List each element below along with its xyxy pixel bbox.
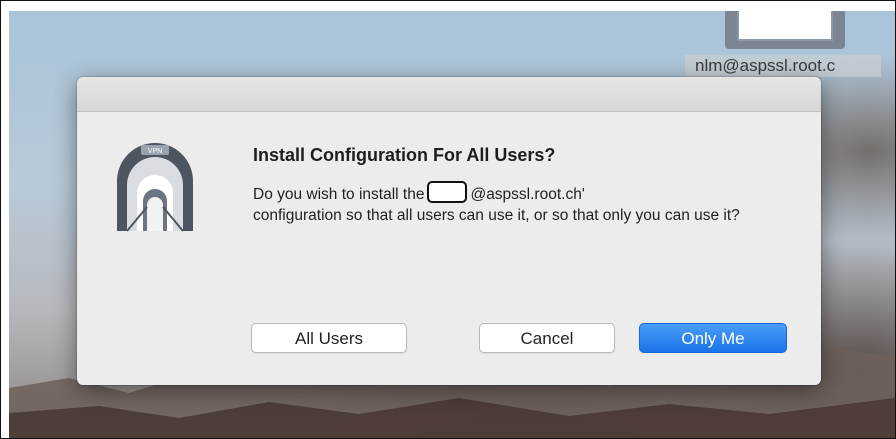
- all-users-button[interactable]: All Users: [251, 323, 407, 353]
- desktop-file-preview: [737, 11, 833, 41]
- vpn-tunnel-icon: VPN: [117, 143, 193, 232]
- message-text-part2: @aspssl.root.ch': [470, 186, 585, 203]
- desktop-wallpaper: nlm@aspssl.root.c VPN Install Configurat…: [9, 11, 895, 438]
- vpn-badge-text: VPN: [148, 148, 162, 155]
- only-me-button[interactable]: Only Me: [639, 323, 787, 353]
- desktop-file-icon[interactable]: [725, 11, 845, 49]
- cancel-button[interactable]: Cancel: [479, 323, 615, 353]
- redacted-username-box: [427, 181, 468, 203]
- dialog-title: Install Configuration For All Users?: [253, 145, 556, 165]
- message-text-part3: configuration so that all users can use …: [253, 207, 740, 224]
- install-configuration-dialog: VPN Install Configuration For All Users?…: [77, 77, 821, 385]
- message-text-part1: Do you wish to install the: [253, 186, 425, 203]
- dialog-message: Do you wish to install the @aspssl.root.c…: [253, 181, 793, 226]
- dialog-titlebar[interactable]: [77, 77, 821, 112]
- screenshot-frame: nlm@aspssl.root.c VPN Install Configurat…: [0, 0, 896, 439]
- desktop-file-label[interactable]: nlm@aspssl.root.c: [685, 55, 881, 77]
